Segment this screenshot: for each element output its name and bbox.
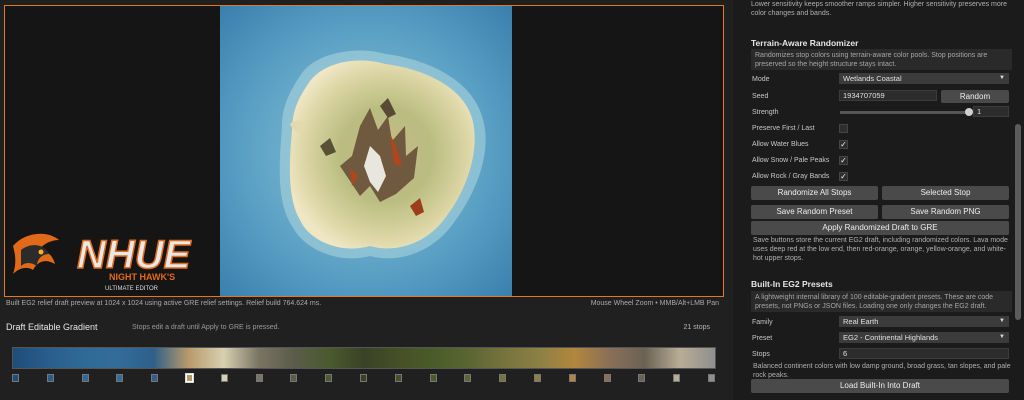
preset-value: EG2 - Continental Highlands [843,333,939,342]
gradient-hint: Stops edit a draft until Apply to GRE is… [132,324,280,331]
preserve-label: Preserve First / Last [752,125,815,132]
water-label: Allow Water Blues [752,141,809,148]
gradient-stop[interactable] [673,374,681,382]
gradient-stop[interactable] [603,374,611,382]
gradient-stop[interactable] [46,374,54,382]
logo-sub2: ULTIMATE EDITOR [105,286,159,292]
chevron-down-icon: ▼ [999,75,1005,81]
gradient-stop[interactable] [499,374,507,382]
strength-slider-handle[interactable] [965,108,973,116]
selected-stop-button[interactable]: Selected Stop [882,186,1009,200]
preserve-checkbox[interactable] [839,124,848,133]
snow-label: Allow Snow / Pale Peaks [752,157,830,164]
family-select[interactable]: Real Earth ▼ [839,316,1009,327]
gradient-stop[interactable] [394,374,402,382]
sensitivity-note: Lower sensitivity keeps smoother ramps s… [751,1,1007,17]
mode-select[interactable]: Wetlands Coastal ▼ [839,73,1009,84]
presets-desc: A lightweight internal library of 100 ed… [751,291,1012,312]
gradient-stop[interactable] [360,374,367,382]
relief-preview[interactable]: NHUE NIGHT HAWK'S ULTIMATE EDITOR [4,5,724,297]
randomize-all-button[interactable]: Randomize All Stops [751,186,878,200]
random-seed-button[interactable]: Random [941,90,1009,103]
preset-label: Preset [752,335,773,342]
sidebar-scrollbar[interactable] [1012,0,1024,400]
seed-input[interactable]: 1934707059 [839,90,937,101]
save-note: Save buttons store the current EG2 draft… [753,237,1008,262]
mode-value: Wetlands Coastal [843,74,902,83]
snow-checkbox[interactable]: ✓ [839,156,848,165]
gradient-stop[interactable] [568,374,576,382]
stops-label: Stops [752,351,770,358]
water-checkbox[interactable]: ✓ [839,140,848,149]
gradient-stop[interactable] [325,374,333,382]
chevron-down-icon: ▼ [999,334,1005,340]
gradient-stop[interactable] [81,374,89,382]
randomizer-desc: Randomizes stop colors using terrain-awa… [751,49,1012,70]
seed-label: Seed [752,93,769,100]
rock-checkbox[interactable]: ✓ [839,172,848,181]
family-value: Real Earth [843,317,879,326]
gradient-stop[interactable] [708,374,715,382]
preset-note: Balanced continent colors with low damp … [753,363,1011,379]
status-right: Mouse Wheel Zoom • MMB/Alt+LMB Pan [590,300,719,307]
logo-sub1: NIGHT HAWK'S [109,272,175,282]
left-panel: NHUE NIGHT HAWK'S ULTIMATE EDITOR Built … [0,0,733,400]
preset-select[interactable]: EG2 - Continental Highlands ▼ [839,332,1009,343]
gradient-stop[interactable] [534,374,541,382]
nhue-logo: NHUE NIGHT HAWK'S ULTIMATE EDITOR [13,232,192,292]
gradient-stop[interactable] [464,374,472,382]
strength-label: Strength [752,109,779,116]
gradient-stop[interactable] [255,374,263,382]
chevron-down-icon: ▼ [999,318,1005,324]
sidebar: Lower sensitivity keeps smoother ramps s… [733,0,1024,400]
gradient-stop[interactable] [185,373,194,383]
scrollbar-thumb[interactable] [1015,124,1021,320]
gradient-stop[interactable] [638,374,646,382]
mode-label: Mode [752,76,770,83]
stops-input[interactable]: 6 [839,348,1009,359]
strength-slider[interactable] [840,111,968,114]
gradient-stop[interactable] [12,374,19,382]
randomizer-title: Terrain-Aware Randomizer [751,38,859,48]
gradient-stop[interactable] [220,374,228,382]
strength-input[interactable]: 1 [973,106,1009,117]
rock-label: Allow Rock / Gray Bands [752,173,830,180]
family-label: Family [752,319,773,326]
save-random-preset-button[interactable]: Save Random Preset [751,205,878,219]
load-builtin-button[interactable]: Load Built-In Into Draft [751,379,1009,393]
gradient-title: Draft Editable Gradient [6,322,98,332]
island-map [220,6,512,296]
gradient-stop[interactable] [290,374,298,382]
save-random-png-button[interactable]: Save Random PNG [882,205,1009,219]
status-bar: Built EG2 relief draft preview at 1024 x… [0,297,733,311]
gradient-stop[interactable] [151,374,159,382]
gradient-header: Draft Editable Gradient Stops edit a dra… [0,318,733,338]
apply-randomized-button[interactable]: Apply Randomized Draft to GRE [751,221,1009,235]
gradient-stops [0,372,733,384]
presets-title: Built-In EG2 Presets [751,279,833,289]
gradient-stop[interactable] [116,374,124,382]
gradient-bar[interactable] [12,347,716,369]
stop-count: 21 stops [683,324,710,331]
status-left: Built EG2 relief draft preview at 1024 x… [6,300,322,307]
gradient-stop[interactable] [429,374,437,382]
logo-text: NHUE [77,233,192,277]
